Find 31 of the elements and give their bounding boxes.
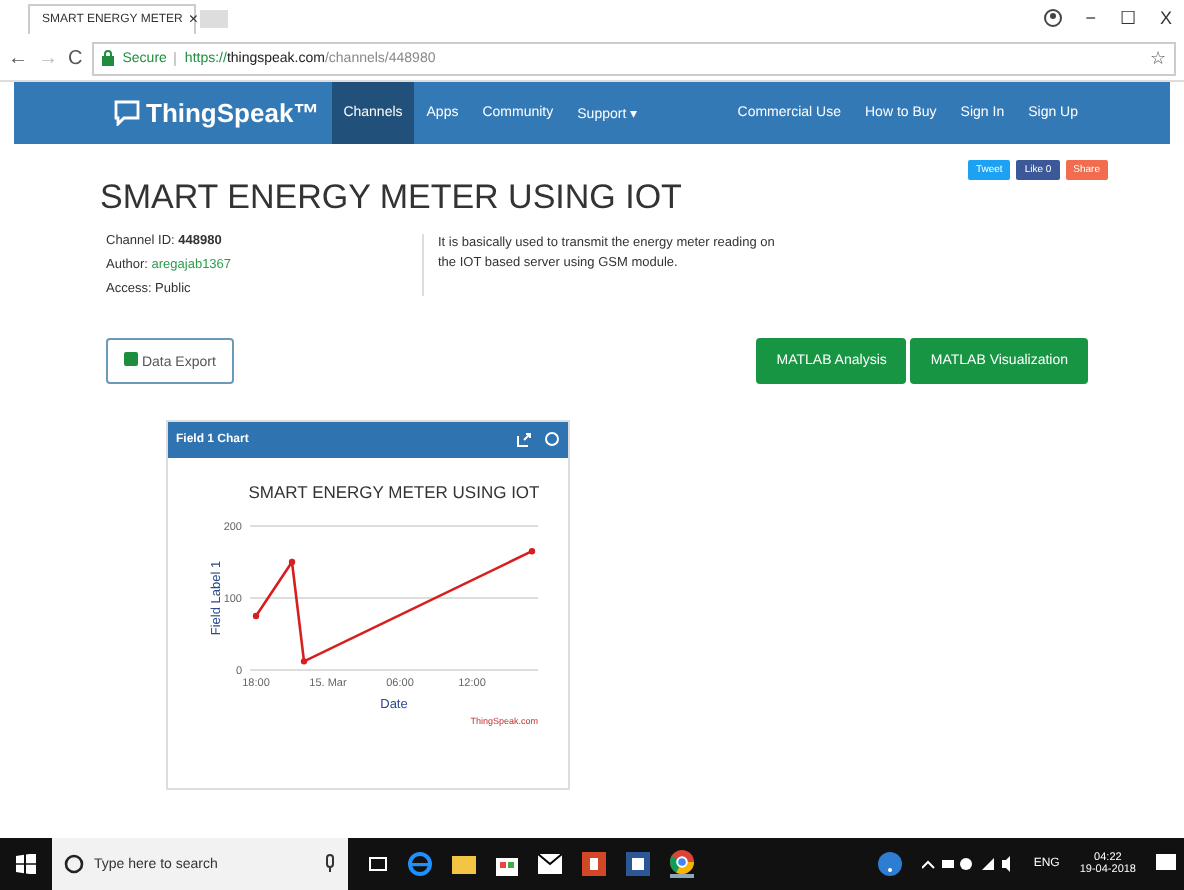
window-control[interactable]: − bbox=[1085, 8, 1096, 28]
slides-app-icon[interactable] bbox=[582, 852, 606, 876]
window-control[interactable]: X bbox=[1159, 8, 1172, 28]
external-link-icon[interactable] bbox=[516, 432, 532, 448]
comment-icon[interactable] bbox=[544, 432, 560, 448]
bookmark-star[interactable]: ☆ bbox=[1150, 48, 1166, 68]
folder-icon[interactable] bbox=[452, 854, 476, 874]
point bbox=[528, 548, 536, 555]
browser-nav-button[interactable]: ← bbox=[8, 47, 28, 69]
chart-title: SMART ENERGY METER USING IOT bbox=[248, 482, 540, 502]
notification-icon[interactable] bbox=[1156, 854, 1176, 874]
browser-e-icon[interactable] bbox=[408, 852, 432, 876]
microphone-icon[interactable] bbox=[324, 854, 336, 874]
window-control[interactable]: ☐ bbox=[1119, 8, 1136, 28]
point bbox=[252, 612, 260, 620]
point bbox=[300, 658, 308, 665]
lock-icon bbox=[102, 50, 115, 66]
mail-icon[interactable] bbox=[538, 854, 562, 874]
windows-logo-icon bbox=[16, 854, 36, 874]
export-icon bbox=[124, 352, 138, 366]
tab-close[interactable]: × bbox=[188, 10, 199, 28]
browser-nav-button[interactable]: C bbox=[68, 47, 83, 69]
point bbox=[288, 558, 296, 566]
channel-title: SMART ENERGY METER USING IOT bbox=[100, 178, 684, 218]
help-icon[interactable] bbox=[877, 852, 902, 876]
browser-icon[interactable] bbox=[670, 850, 694, 878]
brand-logo[interactable]: ThingSpeak™ bbox=[114, 82, 320, 144]
profile-icon[interactable] bbox=[1043, 8, 1062, 28]
task-view-icon[interactable] bbox=[368, 854, 388, 874]
circle-icon bbox=[64, 854, 84, 874]
tray-icons[interactable] bbox=[921, 856, 1014, 872]
